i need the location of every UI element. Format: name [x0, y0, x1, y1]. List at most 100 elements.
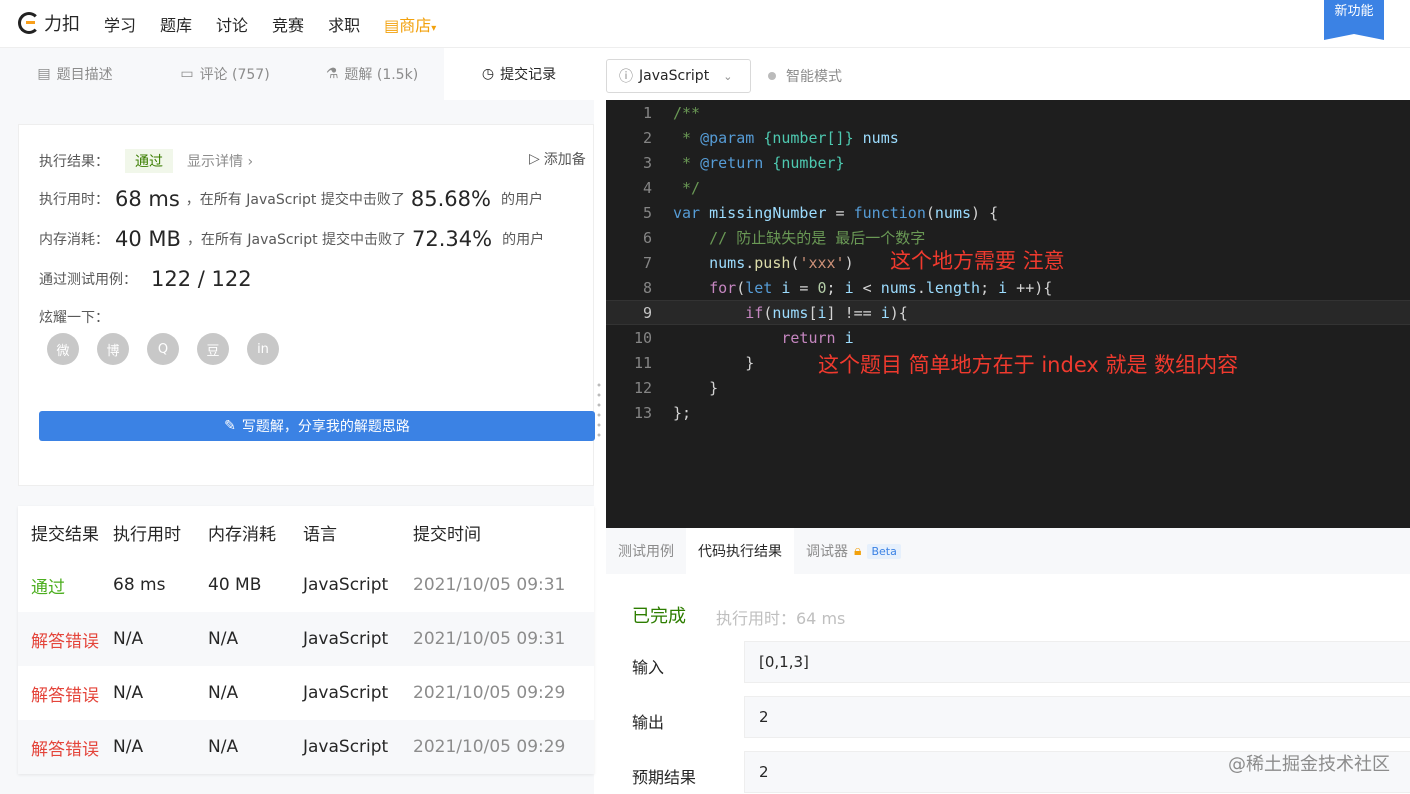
nav-item-discuss[interactable]: 讨论	[216, 12, 248, 36]
tab-description[interactable]: ▤ 题目描述	[0, 48, 150, 100]
nav-item-contest[interactable]: 竞赛	[272, 12, 304, 36]
code-line: 2 * @param {number[]} nums	[606, 125, 1410, 150]
code-line: 1 /**	[606, 100, 1410, 125]
new-feature-badge[interactable]: 新功能	[1324, 0, 1384, 40]
top-navbar: 力扣 学习 题库 讨论 竞赛 求职 ▤商店▾ 新功能	[0, 0, 1410, 48]
cases-value: 122 / 122	[151, 267, 252, 291]
col-header: 语言	[303, 524, 337, 545]
status-cell[interactable]: 通过	[18, 573, 113, 598]
date-cell: 2021/10/05 09:31	[413, 629, 566, 649]
mem-value: 40 MB	[115, 227, 181, 251]
flask-icon: ⚗	[325, 66, 339, 82]
tab-submissions[interactable]: ◷ 提交记录	[444, 48, 594, 100]
code-editor[interactable]: 1 /** 2 * @param {number[]} nums 3 * @ret…	[606, 100, 1410, 528]
mem-suffix: 的用户	[502, 232, 545, 248]
shop-icon: ▤	[384, 16, 400, 35]
debugger-label: 调试器	[806, 544, 848, 560]
status-cell[interactable]: 解答错误	[18, 627, 113, 652]
memory-cell: N/A	[208, 683, 239, 703]
language-cell: JavaScript	[303, 737, 389, 757]
table-row[interactable]: 解答错误 N/A N/A JavaScript 2021/10/05 09:29	[18, 720, 594, 774]
input-value: [0,1,3]	[744, 641, 1410, 683]
nav-item-shop[interactable]: ▤商店▾	[384, 12, 436, 36]
table-header: 提交结果 执行用时 内存消耗 语言 提交时间	[18, 506, 594, 558]
code-line-current: 9 if(nums[i] !== i){	[606, 300, 1410, 325]
pane-resize-handle[interactable]	[597, 380, 601, 440]
tab-testcases[interactable]: 测试用例	[606, 528, 686, 574]
nav-item-learn[interactable]: 学习	[104, 12, 136, 36]
tab-solutions[interactable]: ⚗ 题解 (1.5k)	[300, 48, 444, 100]
code-text: */	[673, 178, 701, 197]
social-share: 微 博 Q 豆 in	[47, 333, 279, 365]
code-text: nums.push('xxx')	[709, 253, 854, 272]
table-row[interactable]: 通过 68 ms 40 MB JavaScript 2021/10/05 09:…	[18, 558, 594, 612]
code-text: if(nums[i] !== i){	[745, 303, 908, 322]
mem-percent: 72.34%	[412, 227, 493, 251]
output-label: 输出	[632, 713, 665, 732]
watermark: @稀土掘金技术社区	[1228, 754, 1390, 775]
show-details-link[interactable]: 显示详情 ›	[187, 151, 253, 171]
smart-mode-toggle[interactable]: 智能模式	[768, 66, 842, 86]
line-number: 10	[633, 328, 652, 347]
main-nav: 学习 题库 讨论 竞赛 求职 ▤商店▾	[104, 12, 436, 36]
tab-run-result[interactable]: 代码执行结果	[686, 528, 794, 574]
tab-debugger[interactable]: 调试器 🔒︎ Beta	[794, 528, 913, 574]
code-text: var missingNumber = function(nums) {	[673, 203, 999, 222]
table-row[interactable]: 解答错误 N/A N/A JavaScript 2021/10/05 09:29	[18, 666, 594, 720]
annotation-note: 这个地方需要 注意	[890, 249, 1065, 273]
logo[interactable]: 力扣	[18, 10, 80, 36]
mem-label: 内存消耗：	[39, 232, 109, 248]
date-cell: 2021/10/05 09:29	[413, 683, 566, 703]
memory-row: 内存消耗： 40 MB ，在所有 JavaScript 提交中击败了 72.34…	[39, 227, 544, 251]
language-cell: JavaScript	[303, 629, 389, 649]
time-percent: 85.68%	[410, 187, 491, 211]
exec-result-label: 执行结果：	[39, 154, 109, 170]
language-cell: JavaScript	[303, 683, 389, 703]
douban-icon[interactable]: 豆	[197, 333, 229, 365]
editor-toolbar: ⓘ JavaScript ⌄ 智能模式	[606, 48, 1410, 100]
dot-icon	[768, 72, 776, 80]
doc-icon: ▤	[37, 66, 51, 82]
code-line: 4 */	[606, 175, 1410, 200]
left-pane: ▤ 题目描述 ▭ 评论 (757) ⚗ 题解 (1.5k) ◷ 提交记录 执行结果： 通…	[0, 48, 595, 794]
runtime-cell: 68 ms	[113, 575, 166, 595]
nav-item-jobs[interactable]: 求职	[328, 12, 360, 36]
linkedin-icon[interactable]: in	[247, 333, 279, 365]
add-note-button[interactable]: ▷ 添加备	[529, 149, 586, 169]
memory-cell: 40 MB	[208, 575, 262, 595]
weibo-icon[interactable]: 博	[97, 333, 129, 365]
code-text: }	[673, 378, 719, 397]
line-number: 12	[633, 378, 652, 397]
tab-comments[interactable]: ▭ 评论 (757)	[150, 48, 300, 100]
chevron-down-icon: ▾	[431, 23, 437, 34]
wechat-icon[interactable]: 微	[47, 333, 79, 365]
pencil-icon: ✎	[224, 418, 236, 434]
output-value: 2	[744, 696, 1410, 738]
code-line: 5 var missingNumber = function(nums) {	[606, 200, 1410, 225]
memory-cell: N/A	[208, 629, 239, 649]
code-text: * @param {number[]} nums	[673, 128, 899, 147]
memory-cell: N/A	[208, 737, 239, 757]
mem-text: ，在所有 JavaScript 提交中击败了	[186, 232, 407, 248]
status-cell[interactable]: 解答错误	[18, 681, 113, 706]
date-cell: 2021/10/05 09:31	[413, 575, 566, 595]
date-cell: 2021/10/05 09:29	[413, 737, 566, 757]
right-pane: ⓘ JavaScript ⌄ 智能模式 1 /** 2 * @param {num…	[606, 48, 1410, 794]
language-select[interactable]: ⓘ JavaScript ⌄	[606, 59, 751, 93]
line-number: 13	[633, 403, 652, 422]
info-icon: ⓘ	[619, 69, 633, 85]
leetcode-logo-icon	[18, 12, 40, 34]
code-line: 13};	[606, 400, 1410, 425]
status-cell[interactable]: 解答错误	[18, 735, 113, 760]
runtime-row: 执行用时： 68 ms ，在所有 JavaScript 提交中击败了 85.68…	[39, 187, 543, 211]
runtime-cell: N/A	[113, 683, 144, 703]
write-solution-button[interactable]: ✎ 写题解，分享我的解题思路	[39, 411, 595, 441]
testcases-row: 通过测试用例： 122 / 122	[39, 267, 258, 291]
qq-icon[interactable]: Q	[147, 333, 179, 365]
col-header: 执行用时	[113, 524, 181, 545]
code-text: // 防止缺失的是 最后一个数字	[673, 229, 926, 247]
table-row[interactable]: 解答错误 N/A N/A JavaScript 2021/10/05 09:31	[18, 612, 594, 666]
time-value: 68 ms	[115, 187, 180, 211]
nav-item-problems[interactable]: 题库	[160, 12, 192, 36]
code-line: 10 return i	[606, 325, 1410, 350]
